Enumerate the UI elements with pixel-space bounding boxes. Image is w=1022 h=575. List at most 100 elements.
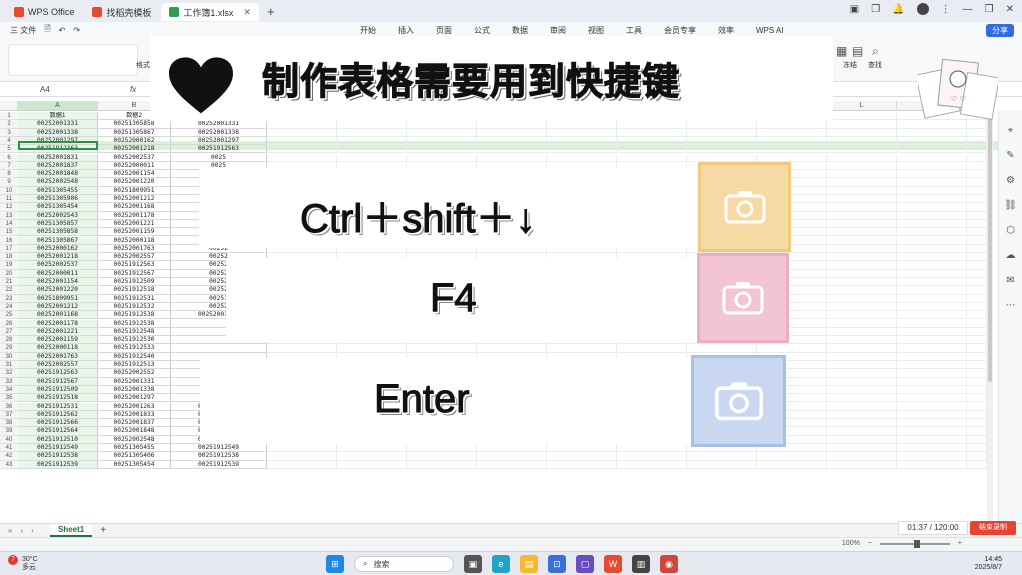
cell-a[interactable]: 00252002548 — [18, 178, 98, 187]
windows-start-icon[interactable]: ⊞ — [326, 555, 344, 573]
menu-efficiency[interactable]: 效率 — [718, 25, 734, 36]
empty-cell[interactable] — [757, 153, 827, 162]
cell-b[interactable]: 00252000118 — [98, 236, 171, 245]
cell-a[interactable]: 00252001837 — [18, 161, 98, 171]
cell-a[interactable]: 00251912566 — [18, 419, 98, 428]
empty-cell[interactable] — [687, 128, 757, 137]
empty-cell[interactable] — [337, 128, 407, 137]
app2-icon[interactable]: ▥ — [632, 555, 650, 573]
row-number[interactable]: 5 — [0, 145, 18, 154]
empty-cell[interactable] — [827, 203, 897, 212]
empty-cell[interactable] — [967, 178, 987, 187]
next-sheet-icon[interactable]: › — [31, 526, 34, 535]
empty-cell[interactable] — [827, 419, 897, 428]
empty-cell[interactable] — [967, 145, 987, 154]
cell-b[interactable]: 00252002557 — [98, 253, 171, 262]
row-number[interactable]: 13 — [0, 211, 18, 220]
empty-cell[interactable] — [897, 253, 967, 262]
file-menu[interactable]: 三 文件 — [10, 25, 36, 36]
empty-cell[interactable] — [827, 460, 897, 469]
empty-cell[interactable] — [267, 136, 337, 146]
find-label[interactable]: 查找 — [868, 60, 882, 70]
cell-a[interactable]: 数据1 — [18, 112, 98, 121]
column-header-l[interactable]: L — [827, 101, 897, 111]
row-number[interactable]: 36 — [0, 402, 18, 411]
empty-cell[interactable] — [617, 444, 687, 453]
select-icon[interactable]: ⌖ — [999, 125, 1022, 136]
empty-cell[interactable] — [827, 377, 897, 386]
empty-cell[interactable] — [827, 219, 897, 229]
cell-a[interactable]: 00251305455 — [18, 186, 98, 195]
cell-a[interactable]: 00251809951 — [18, 294, 98, 303]
row-number[interactable]: 27 — [0, 327, 18, 337]
empty-cell[interactable] — [827, 128, 897, 137]
row-number[interactable]: 18 — [0, 253, 18, 262]
empty-cell[interactable] — [477, 153, 547, 162]
cell-b[interactable]: 00252001218 — [98, 145, 171, 154]
sheet-icon[interactable]: ▤ — [852, 44, 863, 58]
cell-b[interactable]: 00251912567 — [98, 269, 171, 278]
empty-cell[interactable] — [967, 361, 987, 370]
empty-cell[interactable] — [827, 319, 897, 328]
empty-cell[interactable] — [827, 336, 897, 345]
empty-cell[interactable] — [897, 402, 967, 411]
empty-cell[interactable] — [897, 269, 967, 278]
empty-cell[interactable] — [687, 460, 757, 469]
avatar[interactable] — [916, 3, 929, 15]
link-icon[interactable]: ⛓ — [999, 200, 1022, 211]
cell-b[interactable]: 00252001178 — [98, 211, 171, 220]
empty-cell[interactable] — [687, 344, 757, 353]
empty-cell[interactable] — [897, 302, 967, 312]
empty-cell[interactable] — [897, 419, 967, 428]
filter-icon[interactable]: ⚙ — [999, 175, 1022, 186]
add-sheet-button[interactable]: + — [100, 525, 106, 536]
empty-cell[interactable] — [687, 153, 757, 162]
cell-a[interactable]: 00251305858 — [18, 228, 98, 237]
menu-page[interactable]: 页面 — [436, 25, 452, 36]
cell-c[interactable]: 0025 — [171, 153, 267, 162]
empty-cell[interactable] — [617, 452, 687, 461]
empty-cell[interactable] — [827, 394, 897, 403]
empty-cell[interactable] — [407, 460, 477, 469]
shape-icon[interactable]: ⬡ — [999, 225, 1022, 236]
row-number[interactable]: 24 — [0, 302, 18, 312]
row-number[interactable]: 3 — [0, 128, 18, 137]
cell-b[interactable]: 00252001848 — [98, 427, 171, 436]
empty-cell[interactable] — [897, 377, 967, 386]
cell-a[interactable]: 00251912562 — [18, 410, 98, 420]
empty-cell[interactable] — [827, 327, 897, 337]
empty-cell[interactable] — [967, 195, 987, 204]
empty-cell[interactable] — [827, 136, 897, 146]
close-icon[interactable]: ✕ — [1006, 4, 1014, 15]
row-number[interactable]: 30 — [0, 352, 18, 361]
empty-cell[interactable] — [967, 211, 987, 220]
menu-review[interactable]: 审阅 — [550, 25, 566, 36]
empty-cell[interactable] — [967, 311, 987, 320]
empty-cell[interactable] — [897, 319, 967, 328]
empty-cell[interactable] — [337, 136, 407, 146]
cell-b[interactable]: 00251912509 — [98, 278, 171, 287]
empty-cell[interactable] — [827, 253, 897, 262]
zoom-level[interactable]: 100% — [842, 540, 860, 547]
cell-a[interactable]: 00252001168 — [18, 311, 98, 320]
cell-b[interactable]: 00251912531 — [98, 294, 171, 303]
empty-cell[interactable] — [967, 302, 987, 312]
sheet-tab-sheet1[interactable]: Sheet1 — [50, 524, 93, 537]
empty-cell[interactable] — [967, 377, 987, 386]
empty-cell[interactable] — [337, 120, 407, 129]
empty-cell[interactable] — [687, 120, 757, 129]
empty-cell[interactable] — [827, 236, 897, 245]
empty-cell[interactable] — [827, 161, 897, 171]
empty-cell[interactable] — [407, 153, 477, 162]
empty-cell[interactable] — [827, 294, 897, 303]
find-icon[interactable]: ⌕ — [872, 44, 879, 59]
cell-b[interactable]: 00252001263 — [98, 402, 171, 411]
empty-cell[interactable] — [897, 203, 967, 212]
row-number[interactable]: 23 — [0, 294, 18, 303]
empty-cell[interactable] — [967, 236, 987, 245]
cell-a[interactable]: 00252001159 — [18, 336, 98, 345]
chat-icon[interactable]: ✉ — [999, 275, 1022, 286]
empty-cell[interactable] — [827, 402, 897, 411]
empty-cell[interactable] — [547, 444, 617, 453]
empty-cell[interactable] — [897, 244, 967, 254]
